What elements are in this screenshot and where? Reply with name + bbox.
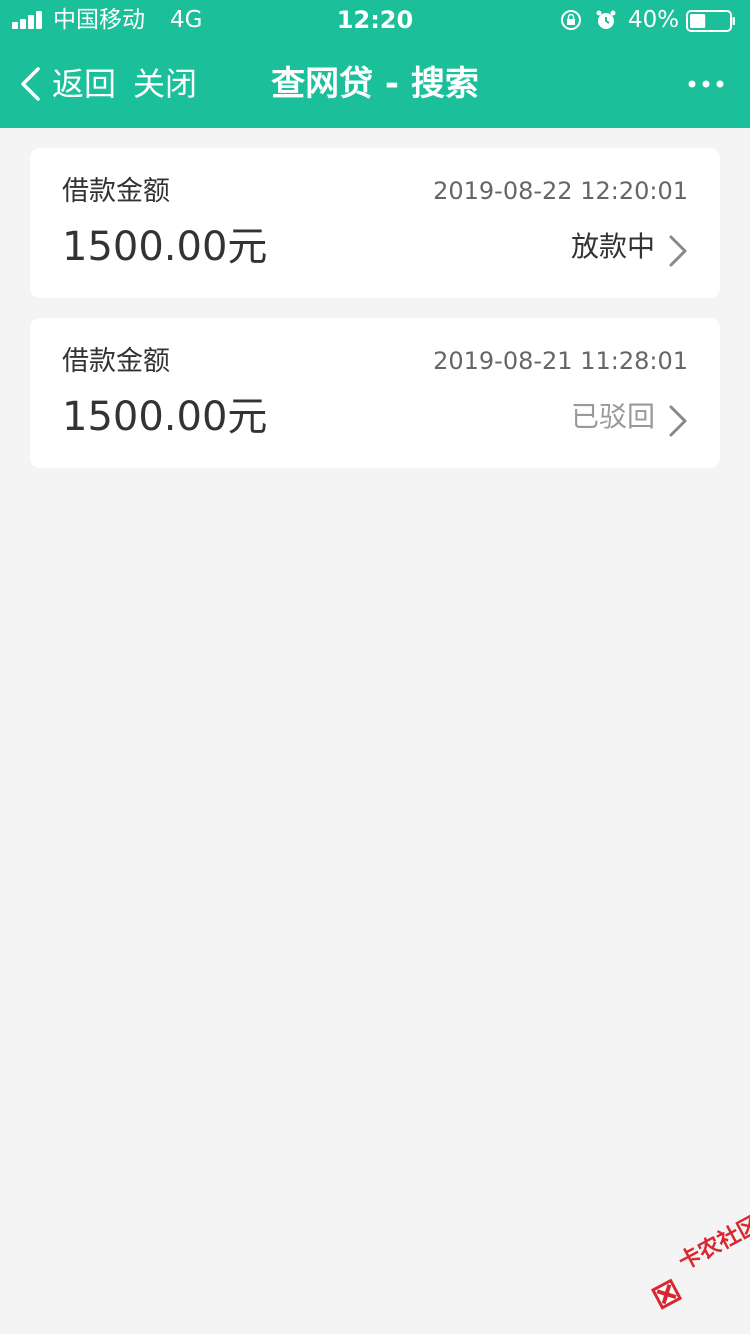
loan-amount: 1500.00元 — [62, 394, 268, 440]
back-chevron-icon[interactable] — [18, 66, 42, 102]
battery-icon — [686, 10, 735, 32]
loan-record-card[interactable]: 借款金额 2019-08-22 12:20:01 1500.00元 放款中 — [30, 148, 720, 298]
close-button[interactable]: 关闭 — [133, 62, 197, 106]
alarm-icon — [596, 10, 616, 29]
loan-status: 已驳回 — [570, 400, 655, 433]
more-menu-icon[interactable] — [686, 70, 726, 98]
loan-time: 2019-08-21 11:28:01 — [433, 347, 688, 375]
rotation-lock-icon — [561, 10, 581, 30]
chevron-right-icon — [669, 235, 687, 267]
back-button[interactable]: 返回 — [52, 62, 116, 106]
loan-time: 2019-08-22 12:20:01 — [433, 177, 688, 205]
chevron-right-icon — [669, 405, 687, 437]
battery-percent: 40% — [628, 7, 680, 33]
loan-amount-label: 借款金额 — [62, 346, 170, 377]
loan-record-card[interactable]: 借款金额 2019-08-21 11:28:01 1500.00元 已驳回 — [30, 318, 720, 468]
page-title: 查网贷 - 搜索 — [271, 64, 479, 104]
status-bar: 中国移动 4G 12:20 40% — [0, 0, 750, 40]
nav-bar: 返回 关闭 查网贷 - 搜索 — [0, 40, 750, 128]
loan-status: 放款中 — [570, 230, 655, 263]
loan-amount: 1500.00元 — [62, 224, 268, 270]
app-header: 中国移动 4G 12:20 40% 返回 关闭 查网贷 - 搜索 — [0, 0, 750, 128]
loan-amount-label: 借款金额 — [62, 176, 170, 207]
